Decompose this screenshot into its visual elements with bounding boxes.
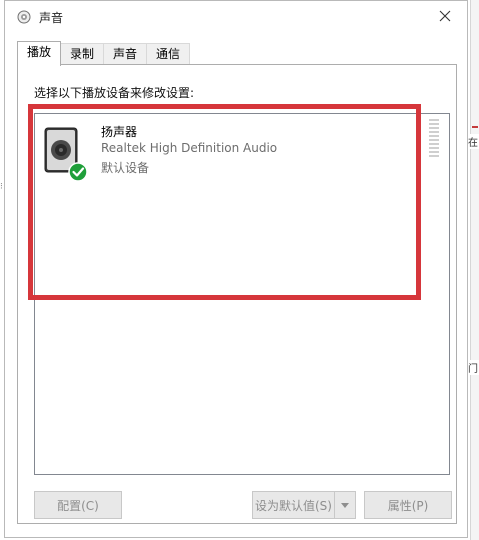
playback-panel: 选择以下播放设备来修改设置: 扬声器 Realtek High Definiti	[17, 64, 457, 524]
chevron-down-icon	[341, 502, 349, 508]
properties-button[interactable]: 属性(P)	[364, 491, 452, 519]
background-window-edge	[470, 0, 479, 540]
speaker-icon	[17, 10, 31, 24]
window-title: 声音	[39, 11, 64, 25]
device-driver: Realtek High Definition Audio	[101, 141, 278, 155]
sound-dialog: 声音 播放 录制 声音 通信 选择以下播放设备来修改设置: 扬声器 Realte…	[4, 0, 468, 538]
set-default-button[interactable]: 设为默认值(S)	[252, 491, 334, 519]
background-red-mark	[472, 126, 478, 128]
device-item-speakers[interactable]: 扬声器 Realtek High Definition Audio 默认设备	[43, 120, 423, 182]
close-icon	[439, 10, 451, 22]
configure-button[interactable]: 配置(C)	[34, 491, 122, 519]
device-name: 扬声器	[101, 125, 138, 139]
background-glyph: ⁝	[0, 182, 3, 192]
tab-playback[interactable]: 播放	[17, 41, 62, 66]
tab-recording[interactable]: 录制	[60, 43, 105, 65]
green-check-icon	[68, 162, 88, 182]
device-status: 默认设备	[101, 161, 150, 175]
tab-communications[interactable]: 通信	[146, 43, 191, 65]
close-button[interactable]	[423, 1, 467, 31]
instruction-label: 选择以下播放设备来修改设置:	[34, 86, 195, 100]
device-list[interactable]: 扬声器 Realtek High Definition Audio 默认设备	[34, 113, 450, 475]
background-text-fragment: 门	[467, 360, 479, 375]
title-bar[interactable]: 声音	[5, 1, 467, 33]
volume-level-meter	[429, 119, 439, 159]
speaker-device-icon	[43, 126, 93, 182]
tab-strip: 播放 录制 声音 通信	[17, 41, 191, 66]
tab-sounds[interactable]: 声音	[103, 43, 148, 65]
background-text-fragment: 在	[467, 134, 479, 149]
set-default-dropdown-button[interactable]	[334, 491, 356, 519]
